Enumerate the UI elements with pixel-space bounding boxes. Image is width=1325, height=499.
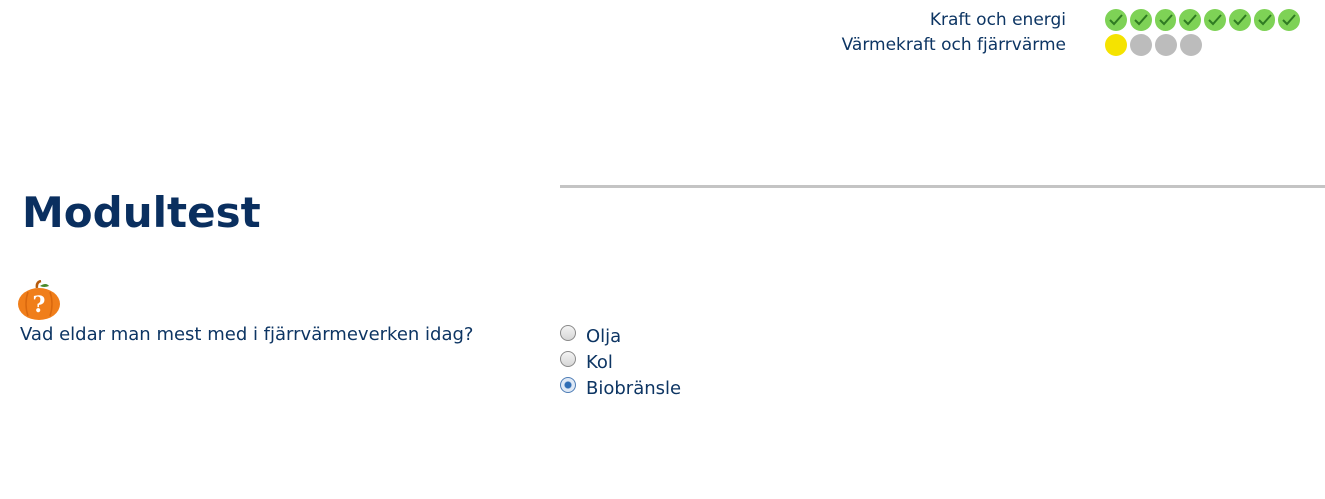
pending-step-dot [1130,33,1152,56]
radio-button[interactable] [560,351,576,367]
question-pumpkin-icon: ? [16,279,62,322]
completed-check-icon [1278,8,1300,31]
option-label: Kol [586,351,613,373]
progress-row-varmekraft-och-fjarrvarme: Värmekraft och fjärrvärme [842,32,1303,57]
radio-button[interactable] [560,325,576,341]
option-label: Olja [586,325,622,347]
completed-check-icon [1154,8,1177,31]
completed-check-icon [1129,8,1152,31]
option-kol[interactable]: Kol [560,349,681,375]
divider [560,185,1325,188]
option-label: Biobränsle [586,377,682,399]
completed-check-icon [1253,8,1276,31]
progress-tracker: Kraft och energi Värmekraft och fjärrvär… [842,7,1303,57]
pending-step-dot [1180,33,1202,56]
option-olja[interactable]: Olja [560,323,681,349]
progress-label: Värmekraft och fjärrvärme [841,34,1066,55]
option-biobransle[interactable]: Biobränsle [560,375,681,401]
progress-label: Kraft och energi [929,9,1066,30]
progress-dots [1105,8,1303,31]
progress-row-kraft-och-energi: Kraft och energi [842,7,1303,32]
pending-step-dot [1155,33,1177,56]
svg-text:?: ? [33,292,46,318]
completed-check-icon [1179,8,1201,31]
answer-options: Olja Kol Biobränsle [560,323,681,401]
progress-dots [1105,33,1303,56]
question-text: Vad eldar man mest med i fjärrvärmeverke… [20,324,474,345]
completed-check-icon [1204,8,1226,31]
page-title: Modultest [22,188,261,237]
current-step-dot [1105,33,1127,56]
completed-check-icon [1105,8,1127,31]
radio-button-selected[interactable] [560,377,576,393]
completed-check-icon [1228,8,1251,31]
